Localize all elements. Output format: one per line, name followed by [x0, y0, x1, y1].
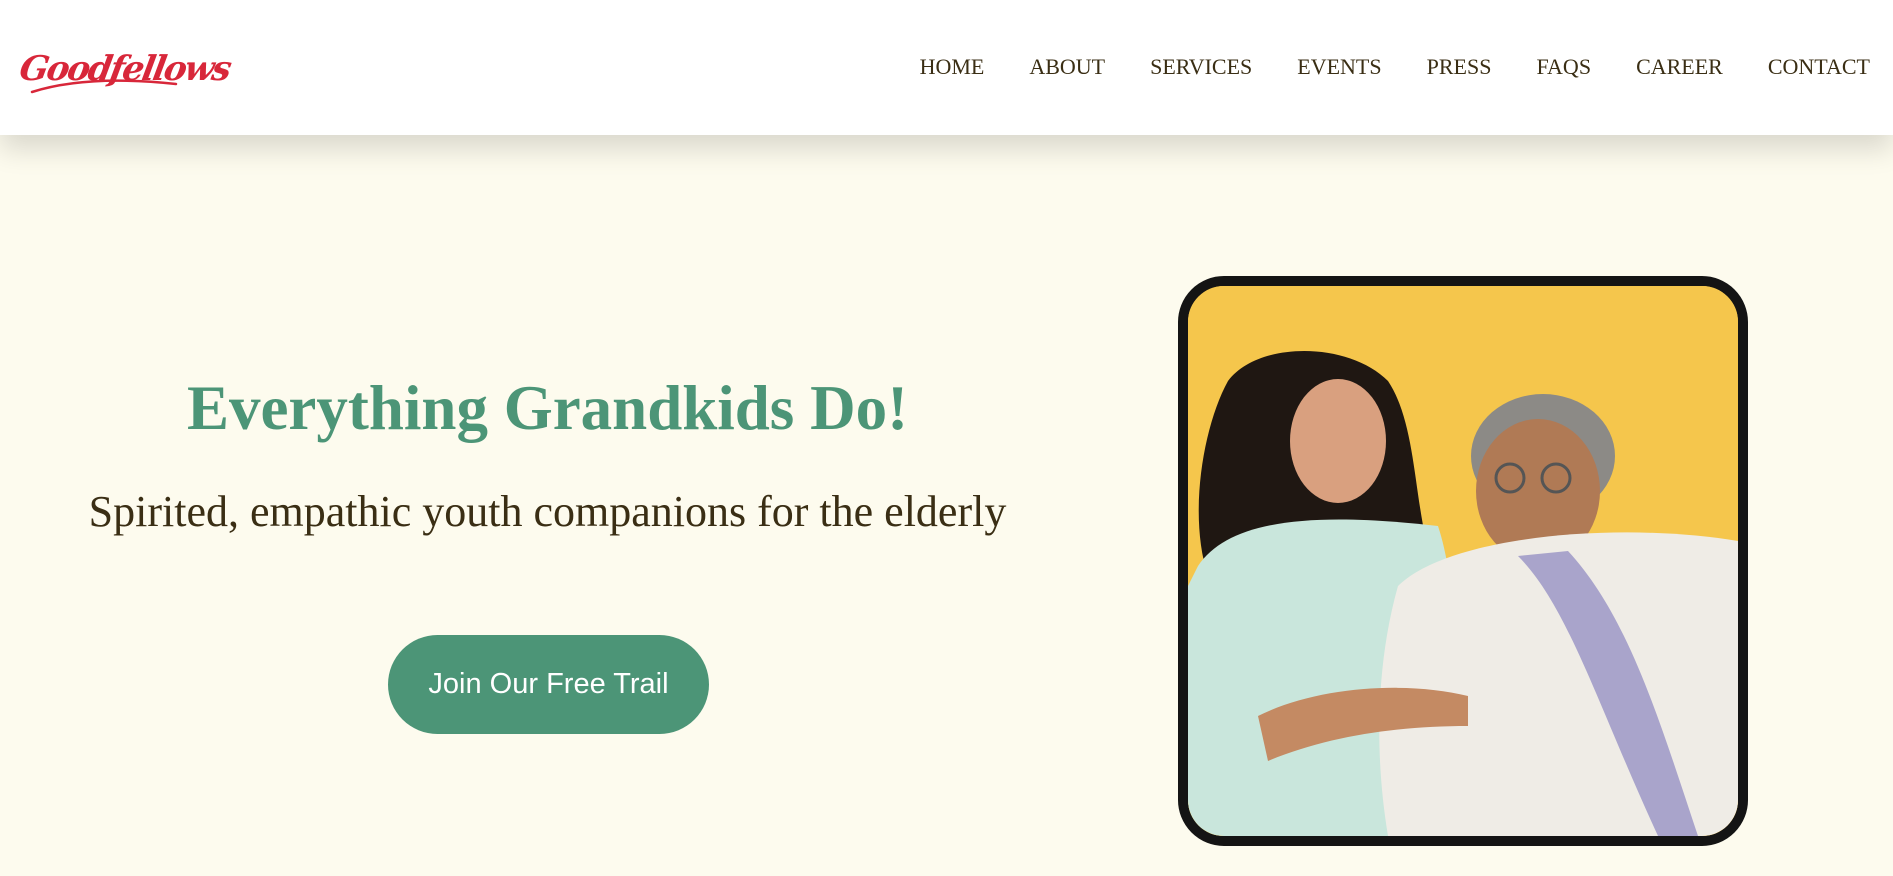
- main-nav: HOME ABOUT SERVICES EVENTS PRESS FAQS CA…: [920, 52, 1870, 82]
- logo-swash-icon: [30, 79, 178, 94]
- nav-item-career[interactable]: CAREER: [1636, 54, 1723, 80]
- hero-photo-illustration: [1188, 286, 1738, 836]
- hero-subtitle: Spirited, empathic youth companions for …: [88, 487, 1007, 536]
- nav-item-contact[interactable]: CONTACT: [1768, 54, 1870, 80]
- nav-item-services[interactable]: SERVICES: [1150, 54, 1252, 80]
- join-free-trial-button[interactable]: Join Our Free Trail: [388, 635, 709, 734]
- nav-item-about[interactable]: ABOUT: [1029, 54, 1105, 80]
- hero-photo: [1178, 276, 1748, 846]
- hero-section: Everything Grandkids Do! Spirited, empat…: [0, 135, 1893, 876]
- hero-title: Everything Grandkids Do!: [186, 373, 909, 443]
- site-header: Goodfellows HOME ABOUT SERVICES EVENTS P…: [0, 0, 1893, 135]
- nav-item-faqs[interactable]: FAQS: [1536, 54, 1591, 80]
- nav-item-home[interactable]: HOME: [920, 54, 985, 80]
- nav-item-press[interactable]: PRESS: [1427, 54, 1492, 80]
- nav-item-events[interactable]: EVENTS: [1297, 54, 1381, 80]
